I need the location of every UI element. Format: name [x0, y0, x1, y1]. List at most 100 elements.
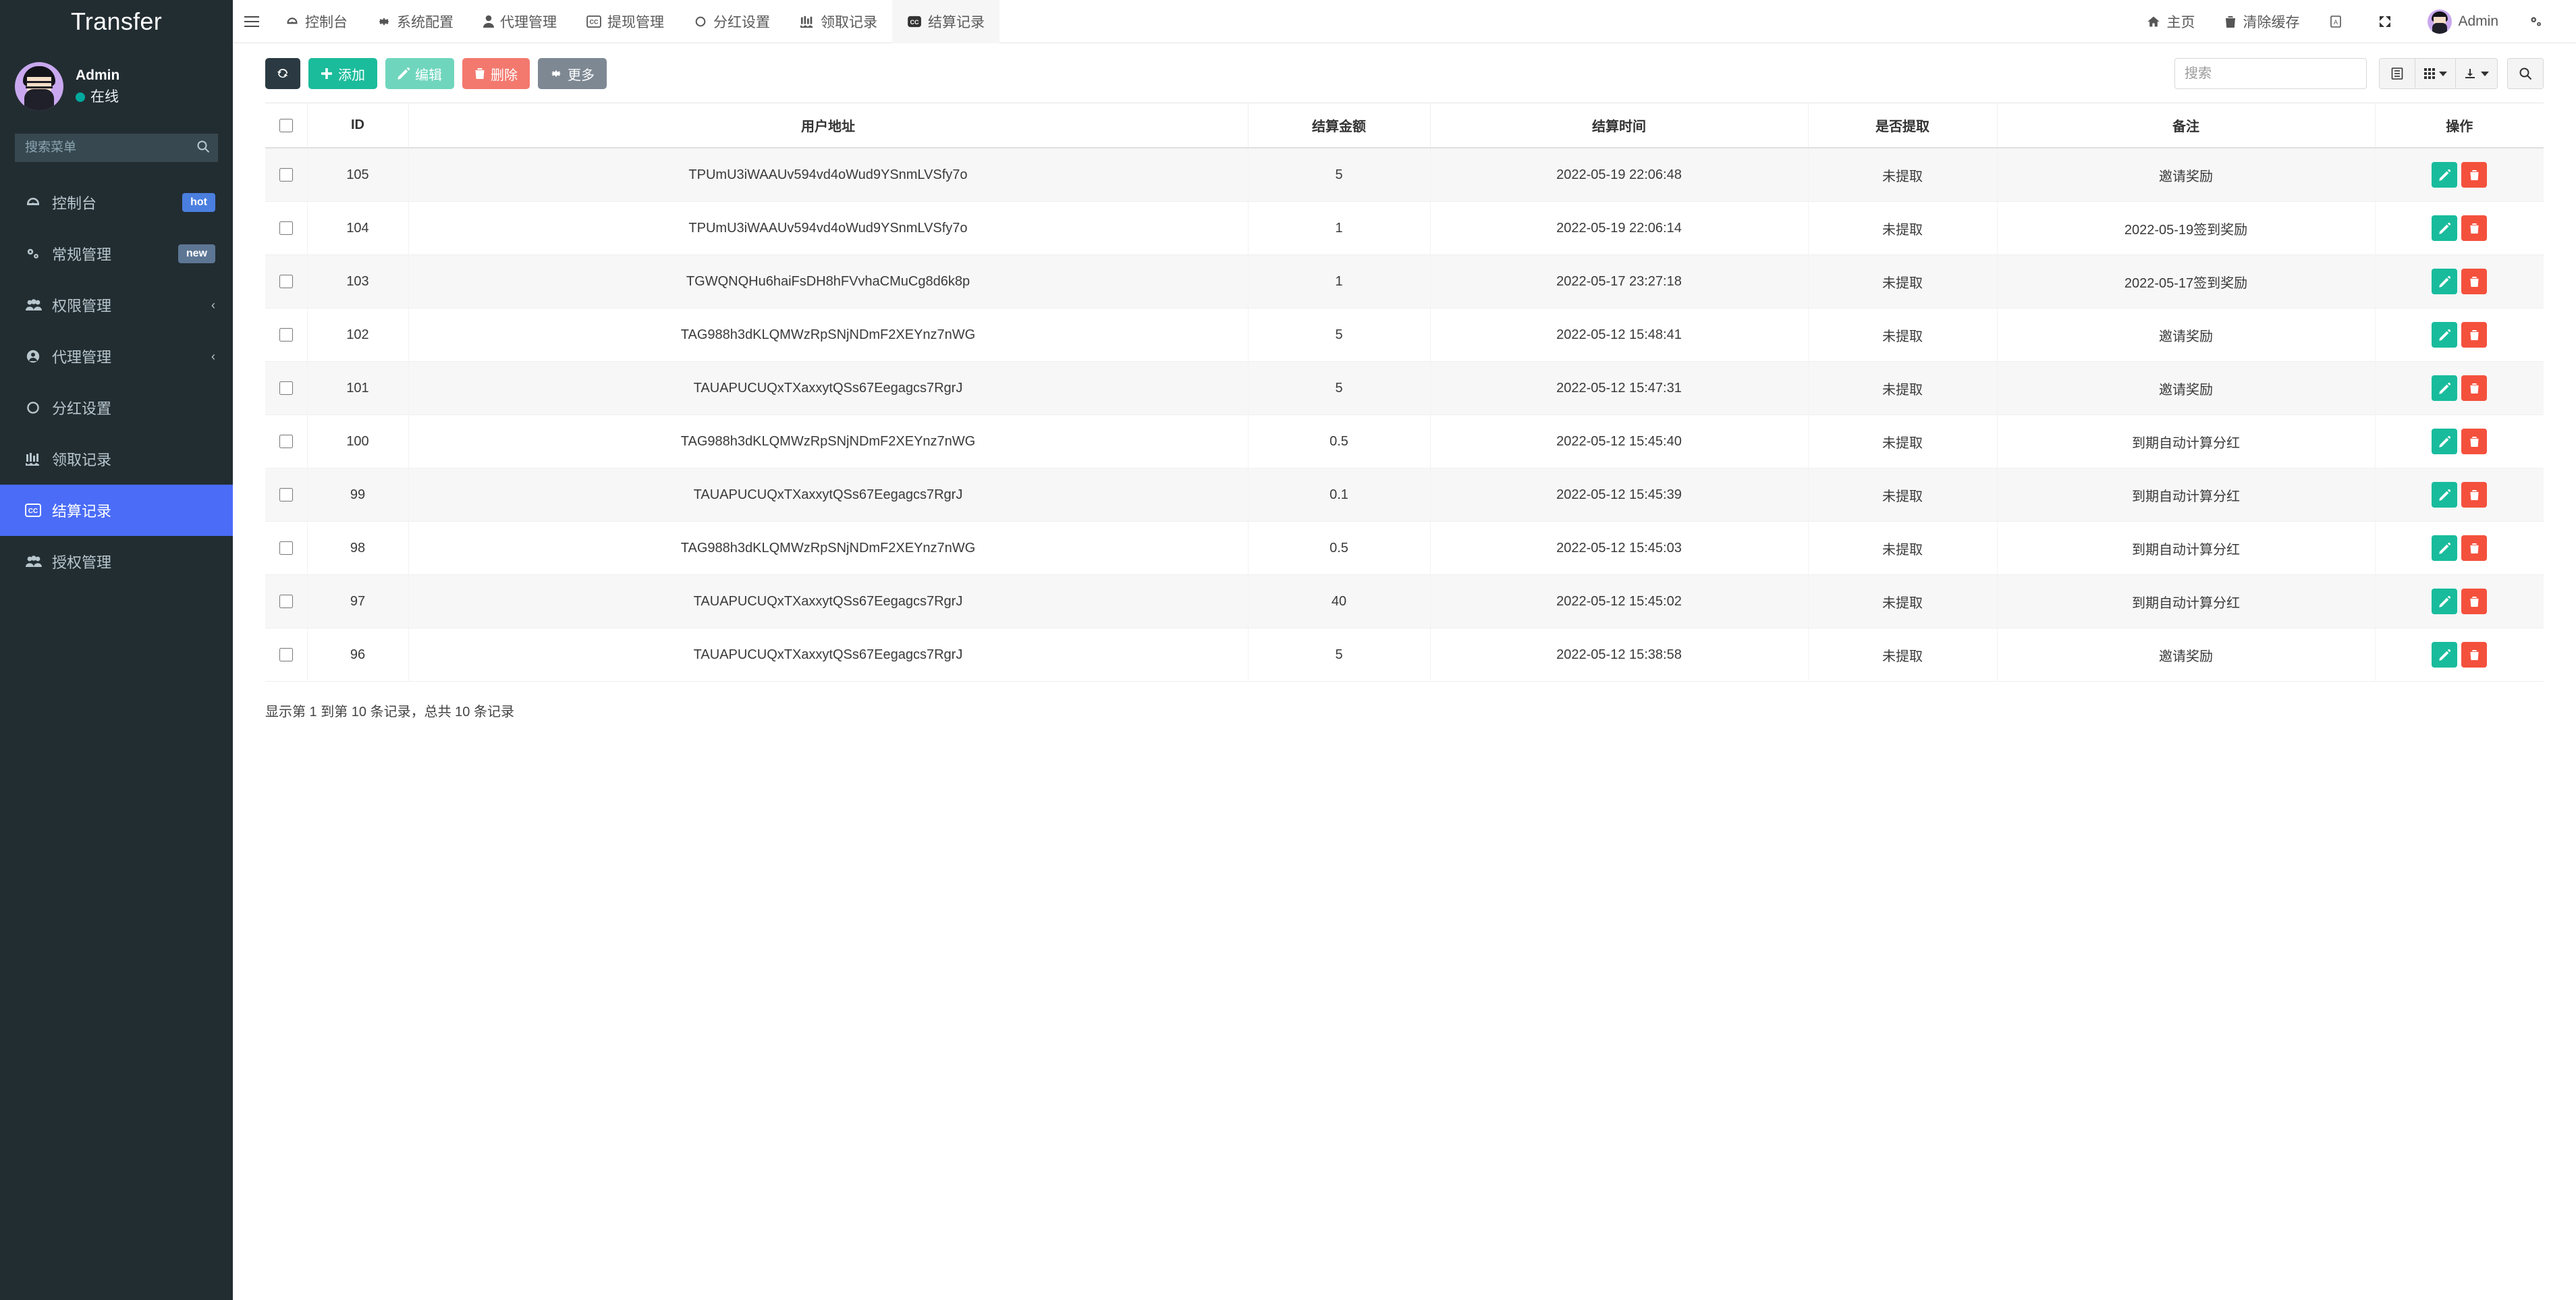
- chevron-left-icon: ‹: [211, 350, 215, 364]
- column-header-id[interactable]: ID: [307, 103, 408, 148]
- column-header-note[interactable]: 备注: [1997, 103, 2375, 148]
- add-button[interactable]: 添加: [308, 58, 377, 89]
- fullscreen-button[interactable]: [2363, 0, 2413, 43]
- row-checkbox[interactable]: [279, 541, 293, 555]
- row-select-cell[interactable]: [265, 362, 307, 415]
- select-all-header[interactable]: [265, 103, 307, 148]
- row-delete-button[interactable]: [2461, 535, 2487, 561]
- row-checkbox[interactable]: [279, 221, 293, 235]
- row-delete-button[interactable]: [2461, 375, 2487, 401]
- export-button[interactable]: [2456, 58, 2498, 89]
- clear-cache-button[interactable]: 清除缓存: [2210, 0, 2314, 43]
- row-checkbox[interactable]: [279, 168, 293, 182]
- tab-system-config[interactable]: 系统配置: [362, 0, 468, 43]
- row-select-cell[interactable]: [265, 468, 307, 522]
- column-header-address[interactable]: 用户地址: [408, 103, 1248, 148]
- search-button[interactable]: [2507, 58, 2544, 89]
- row-edit-button[interactable]: [2432, 429, 2457, 454]
- table-row[interactable]: 105TPUmU3iWAAUv594vd4oWud9YSnmLVSfy7o520…: [265, 148, 2544, 202]
- sidebar-search[interactable]: [15, 134, 218, 162]
- edit-button[interactable]: 编辑: [385, 58, 454, 89]
- row-checkbox[interactable]: [279, 648, 293, 661]
- table-row[interactable]: 98TAG988h3dKLQMWzRpSNjNDmF2XEYnz7nWG0.52…: [265, 522, 2544, 575]
- sidebar-item-claim-records[interactable]: 领取记录: [0, 433, 233, 485]
- hamburger-menu-icon[interactable]: [233, 0, 271, 43]
- column-header-taken[interactable]: 是否提取: [1808, 103, 1997, 148]
- row-edit-button[interactable]: [2432, 215, 2457, 241]
- table-row[interactable]: 102TAG988h3dKLQMWzRpSNjNDmF2XEYnz7nWG520…: [265, 308, 2544, 362]
- table-row[interactable]: 104TPUmU3iWAAUv594vd4oWud9YSnmLVSfy7o120…: [265, 202, 2544, 255]
- column-header-time[interactable]: 结算时间: [1430, 103, 1808, 148]
- user-menu[interactable]: Admin: [2413, 0, 2513, 43]
- row-edit-button[interactable]: [2432, 269, 2457, 294]
- row-checkbox[interactable]: [279, 275, 293, 288]
- row-delete-button[interactable]: [2461, 269, 2487, 294]
- row-edit-button[interactable]: [2432, 589, 2457, 614]
- table-row[interactable]: 96TAUAPUCUQxTXaxxytQSs67Eegagcs7RgrJ5202…: [265, 628, 2544, 682]
- column-header-amount[interactable]: 结算金额: [1248, 103, 1430, 148]
- tab-settlement-records[interactable]: CC 结算记录: [892, 0, 999, 43]
- row-edit-button[interactable]: [2432, 642, 2457, 668]
- row-amount: 0.5: [1248, 522, 1430, 575]
- row-delete-button[interactable]: [2461, 162, 2487, 188]
- row-checkbox[interactable]: [279, 488, 293, 502]
- row-edit-button[interactable]: [2432, 375, 2457, 401]
- table-row[interactable]: 100TAG988h3dKLQMWzRpSNjNDmF2XEYnz7nWG0.5…: [265, 415, 2544, 468]
- sidebar-item-dividend-settings[interactable]: 分红设置: [0, 382, 233, 433]
- table-row[interactable]: 101TAUAPUCUQxTXaxxytQSs67Eegagcs7RgrJ520…: [265, 362, 2544, 415]
- user-circle-icon: [25, 348, 52, 364]
- tab-claim-records[interactable]: 领取记录: [785, 0, 892, 43]
- sidebar-item-general-management[interactable]: 常规管理 new: [0, 228, 233, 279]
- list-view-button[interactable]: [2379, 58, 2415, 89]
- row-edit-button[interactable]: [2432, 535, 2457, 561]
- table-row[interactable]: 97TAUAPUCUQxTXaxxytQSs67Eegagcs7RgrJ4020…: [265, 575, 2544, 628]
- row-delete-button[interactable]: [2461, 589, 2487, 614]
- row-select-cell[interactable]: [265, 202, 307, 255]
- table-row[interactable]: 99TAUAPUCUQxTXaxxytQSs67Eegagcs7RgrJ0.12…: [265, 468, 2544, 522]
- refresh-button[interactable]: [265, 58, 300, 89]
- row-select-cell[interactable]: [265, 255, 307, 308]
- column-toggle-button[interactable]: [2415, 58, 2456, 89]
- row-select-cell[interactable]: [265, 522, 307, 575]
- search-input[interactable]: [2174, 58, 2367, 89]
- row-select-cell[interactable]: [265, 415, 307, 468]
- sidebar-item-permission-management[interactable]: 权限管理 ‹: [0, 279, 233, 331]
- row-delete-button[interactable]: [2461, 322, 2487, 348]
- sidebar-item-dashboard[interactable]: 控制台 hot: [0, 177, 233, 228]
- language-button[interactable]: A: [2314, 0, 2363, 43]
- delete-button[interactable]: 删除: [462, 58, 530, 89]
- sidebar-item-settlement-records[interactable]: CC 结算记录: [0, 485, 233, 536]
- sidebar-item-authorization-management[interactable]: 授权管理: [0, 536, 233, 587]
- tab-dashboard[interactable]: 控制台: [271, 0, 362, 43]
- brand-logo[interactable]: Transfer: [0, 0, 233, 43]
- row-checkbox[interactable]: [279, 435, 293, 448]
- row-delete-button[interactable]: [2461, 215, 2487, 241]
- row-delete-button[interactable]: [2461, 642, 2487, 668]
- svg-text:CC: CC: [910, 19, 919, 26]
- tab-withdraw-management[interactable]: CC 提现管理: [572, 0, 679, 43]
- row-checkbox[interactable]: [279, 328, 293, 342]
- sidebar-badge-new: new: [178, 244, 215, 263]
- row-select-cell[interactable]: [265, 148, 307, 202]
- row-checkbox[interactable]: [279, 595, 293, 608]
- row-select-cell[interactable]: [265, 308, 307, 362]
- tab-agent-management[interactable]: 代理管理: [468, 0, 572, 43]
- tab-dividend-settings[interactable]: 分红设置: [679, 0, 785, 43]
- row-time: 2022-05-12 15:48:41: [1430, 308, 1808, 362]
- column-header-actions[interactable]: 操作: [2375, 103, 2544, 148]
- more-button[interactable]: 更多: [538, 58, 607, 89]
- sidebar-item-agent-management[interactable]: 代理管理 ‹: [0, 331, 233, 382]
- row-edit-button[interactable]: [2432, 322, 2457, 348]
- row-delete-button[interactable]: [2461, 429, 2487, 454]
- table-row[interactable]: 103TGWQNQHu6haiFsDH8hFVvhaCMuCg8d6k8p120…: [265, 255, 2544, 308]
- row-checkbox[interactable]: [279, 381, 293, 395]
- row-edit-button[interactable]: [2432, 482, 2457, 508]
- row-edit-button[interactable]: [2432, 162, 2457, 188]
- settings-button[interactable]: [2513, 0, 2564, 43]
- home-button[interactable]: 主页: [2132, 0, 2210, 43]
- row-select-cell[interactable]: [265, 628, 307, 682]
- select-all-checkbox[interactable]: [279, 119, 293, 132]
- row-select-cell[interactable]: [265, 575, 307, 628]
- menu-search-input[interactable]: [15, 134, 218, 162]
- row-delete-button[interactable]: [2461, 482, 2487, 508]
